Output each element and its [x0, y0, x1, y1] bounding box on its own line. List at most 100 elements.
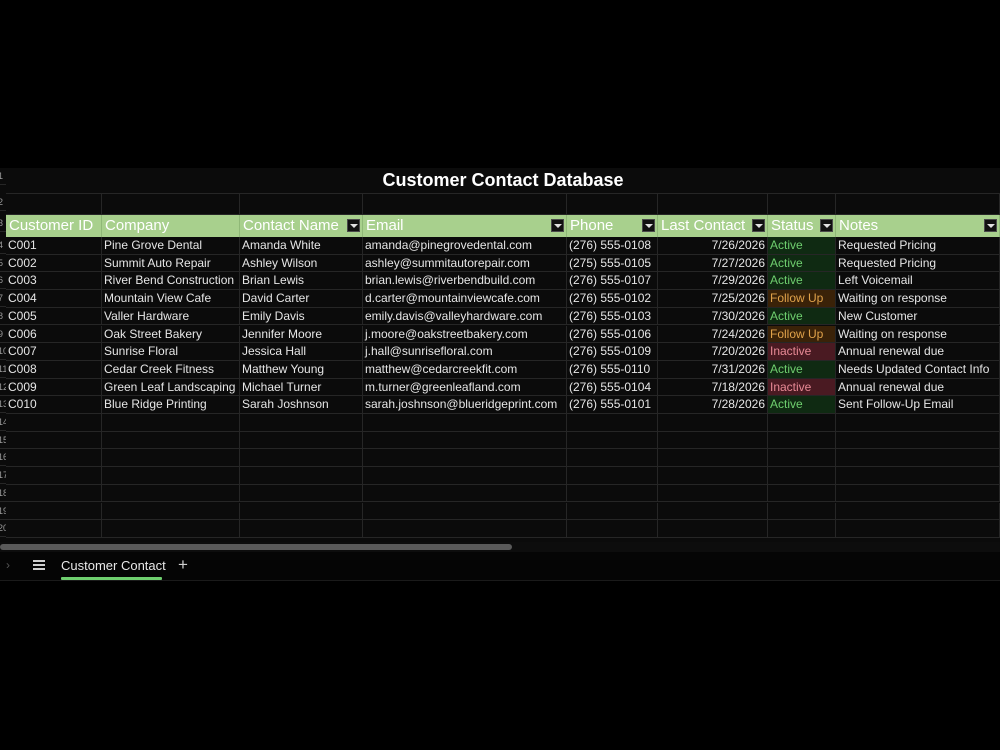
cell-id[interactable]: C007: [6, 343, 102, 360]
empty-cell[interactable]: [102, 484, 240, 502]
cell-contact[interactable]: Brian Lewis: [240, 272, 363, 290]
empty-cell[interactable]: [567, 414, 658, 431]
cell-id[interactable]: C001: [6, 237, 102, 254]
cell-phone[interactable]: (276) 555-0106: [567, 325, 658, 343]
empty-cell[interactable]: [102, 414, 240, 431]
cell-notes[interactable]: Left Voicemail: [836, 272, 1000, 290]
cell-email[interactable]: amanda@pinegrovedental.com: [363, 237, 567, 254]
empty-cell[interactable]: [363, 502, 567, 520]
filter-dropdown-icon[interactable]: [820, 219, 833, 232]
empty-cell[interactable]: [836, 484, 1000, 502]
empty-cell[interactable]: [836, 414, 1000, 431]
empty-cell[interactable]: [240, 484, 363, 502]
empty-cell[interactable]: [567, 484, 658, 502]
cell-id[interactable]: C008: [6, 360, 102, 378]
empty-cell[interactable]: [363, 414, 567, 431]
add-icon[interactable]: +: [178, 555, 188, 575]
cell-company[interactable]: Blue Ridge Printing: [102, 396, 240, 413]
empty-cell[interactable]: [6, 431, 102, 449]
empty-cell[interactable]: [658, 431, 768, 449]
cell-id[interactable]: C003: [6, 272, 102, 290]
cell-id[interactable]: C004: [6, 290, 102, 307]
cell-company[interactable]: Mountain View Cafe: [102, 290, 240, 307]
cell-id[interactable]: C010: [6, 396, 102, 413]
chevron-right-icon[interactable]: ›: [6, 558, 10, 572]
empty-cell[interactable]: [567, 520, 658, 537]
filter-dropdown-icon[interactable]: [752, 219, 765, 232]
empty-cell[interactable]: [6, 502, 102, 520]
cell-notes[interactable]: Requested Pricing: [836, 237, 1000, 254]
empty-cell[interactable]: [567, 431, 658, 449]
cell-contact[interactable]: Michael Turner: [240, 378, 363, 396]
cell-company[interactable]: Valler Hardware: [102, 307, 240, 325]
cell-status[interactable]: Active: [768, 360, 836, 378]
empty-cell[interactable]: [102, 520, 240, 537]
cell-status[interactable]: Follow Up: [768, 290, 836, 307]
cell-notes[interactable]: Sent Follow-Up Email: [836, 396, 1000, 413]
cell-last-contact[interactable]: 7/26/2026: [658, 237, 768, 254]
empty-cell[interactable]: [240, 520, 363, 537]
cell-notes[interactable]: Requested Pricing: [836, 254, 1000, 272]
empty-cell[interactable]: [102, 502, 240, 520]
empty-cell[interactable]: [363, 467, 567, 484]
cell-notes[interactable]: Waiting on response: [836, 290, 1000, 307]
cell-phone[interactable]: (276) 555-0103: [567, 307, 658, 325]
empty-cell[interactable]: [658, 467, 768, 484]
empty-cell[interactable]: [658, 484, 768, 502]
cell-last-contact[interactable]: 7/27/2026: [658, 254, 768, 272]
column-header[interactable]: Company: [102, 215, 240, 237]
cell-status[interactable]: Active: [768, 396, 836, 413]
filter-dropdown-icon[interactable]: [347, 219, 360, 232]
empty-cell[interactable]: [836, 467, 1000, 484]
cell-email[interactable]: brian.lewis@riverbendbuild.com: [363, 272, 567, 290]
empty-cell[interactable]: [6, 449, 102, 467]
empty-cell[interactable]: [768, 449, 836, 467]
empty-cell[interactable]: [658, 502, 768, 520]
empty-cell[interactable]: [658, 520, 768, 537]
cell-phone[interactable]: (276) 555-0108: [567, 237, 658, 254]
cell-company[interactable]: Green Leaf Landscaping: [102, 378, 240, 396]
cell-phone[interactable]: (276) 555-0102: [567, 290, 658, 307]
cell-email[interactable]: matthew@cedarcreekfit.com: [363, 360, 567, 378]
cell-id[interactable]: C005: [6, 307, 102, 325]
cell-company[interactable]: Cedar Creek Fitness: [102, 360, 240, 378]
column-header[interactable]: Last Contact: [658, 215, 768, 237]
cell-email[interactable]: ashley@summitautorepair.com: [363, 254, 567, 272]
empty-cell[interactable]: [836, 502, 1000, 520]
empty-cell[interactable]: [102, 431, 240, 449]
empty-cell[interactable]: [240, 414, 363, 431]
cell-contact[interactable]: Matthew Young: [240, 360, 363, 378]
cell-email[interactable]: j.hall@sunrisefloral.com: [363, 343, 567, 360]
empty-cell[interactable]: [363, 449, 567, 467]
cell-contact[interactable]: Ashley Wilson: [240, 254, 363, 272]
cell-contact[interactable]: Jennifer Moore: [240, 325, 363, 343]
empty-cell[interactable]: [768, 431, 836, 449]
empty-cell[interactable]: [768, 414, 836, 431]
cell-last-contact[interactable]: 7/18/2026: [658, 378, 768, 396]
cell-last-contact[interactable]: 7/20/2026: [658, 343, 768, 360]
empty-cell[interactable]: [836, 431, 1000, 449]
cell-notes[interactable]: Annual renewal due: [836, 378, 1000, 396]
cell-last-contact[interactable]: 7/25/2026: [658, 290, 768, 307]
cell-notes[interactable]: New Customer: [836, 307, 1000, 325]
cell-status[interactable]: Active: [768, 272, 836, 290]
cell-phone[interactable]: (275) 555-0105: [567, 254, 658, 272]
cell-contact[interactable]: Amanda White: [240, 237, 363, 254]
column-header[interactable]: Contact Name: [240, 215, 363, 237]
cell-email[interactable]: emily.davis@valleyhardware.com: [363, 307, 567, 325]
filter-dropdown-icon[interactable]: [642, 219, 655, 232]
cell-email[interactable]: d.carter@mountainviewcafe.com: [363, 290, 567, 307]
cell-phone[interactable]: (276) 555-0109: [567, 343, 658, 360]
filter-dropdown-icon[interactable]: [551, 219, 564, 232]
cell-status[interactable]: Follow Up: [768, 325, 836, 343]
cell-last-contact[interactable]: 7/31/2026: [658, 360, 768, 378]
empty-cell[interactable]: [768, 467, 836, 484]
menu-icon[interactable]: [33, 560, 45, 570]
cell-contact[interactable]: David Carter: [240, 290, 363, 307]
filter-dropdown-icon[interactable]: [984, 219, 997, 232]
empty-cell[interactable]: [363, 484, 567, 502]
cell-contact[interactable]: Emily Davis: [240, 307, 363, 325]
cell-status[interactable]: Inactive: [768, 378, 836, 396]
cell-status[interactable]: Active: [768, 254, 836, 272]
column-header[interactable]: Notes: [836, 215, 1000, 237]
